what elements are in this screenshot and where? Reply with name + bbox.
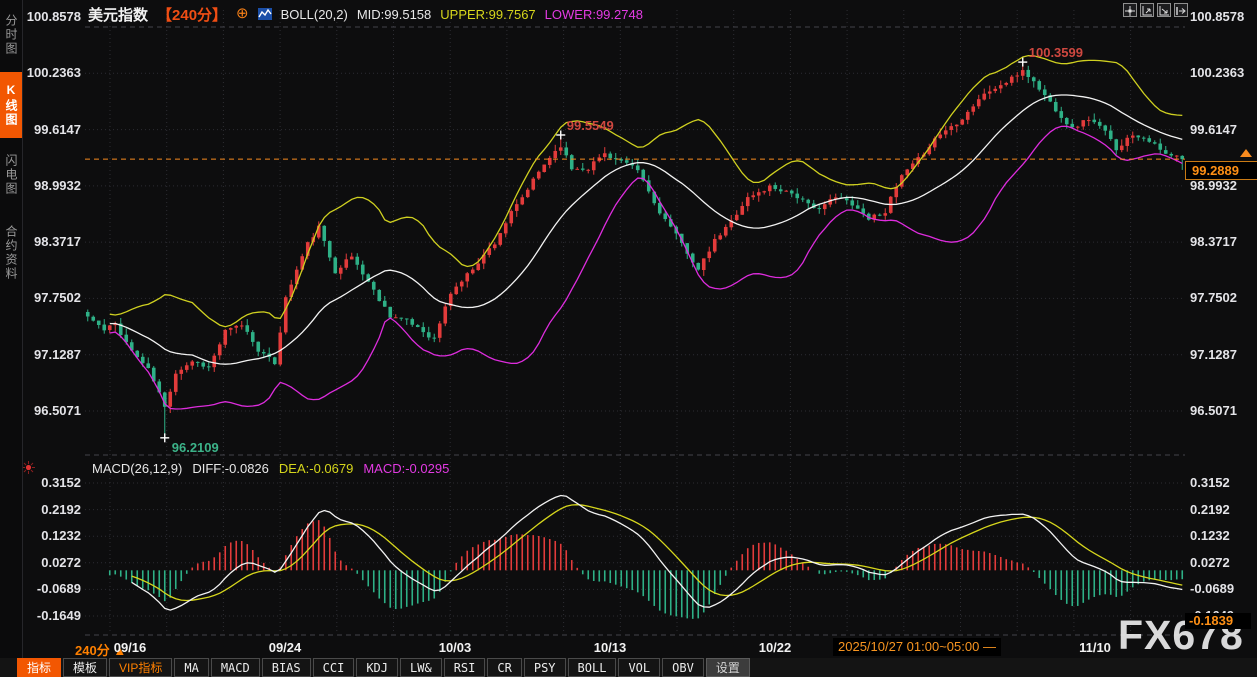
macd-y-axis-label-right: 0.0272: [1190, 554, 1230, 570]
toolbar-item-CR[interactable]: CR: [487, 658, 522, 677]
add-indicator-icon[interactable]: ⊕: [236, 6, 249, 21]
toolbar-item-模板[interactable]: 模板: [63, 658, 108, 677]
latest-price-marker-icon[interactable]: [1240, 149, 1252, 158]
crosshair-icon[interactable]: [1123, 3, 1137, 17]
kline-macd-plot[interactable]: [0, 0, 1257, 677]
macd-y-axis-label-right: 0.2192: [1190, 501, 1230, 517]
macd-diff-value: DIFF:-0.0826: [192, 461, 269, 476]
macd-header: MACD(26,12,9) DIFF:-0.0826 DEA:-0.0679 M…: [92, 461, 449, 476]
toolbar-item-BOLL[interactable]: BOLL: [567, 658, 617, 677]
toolbar-item-PSY[interactable]: PSY: [523, 658, 566, 677]
x-axis-date-label: 10/22: [758, 640, 792, 655]
main-y-axis-label-right: 100.2363: [1190, 65, 1245, 81]
toolbar-item-设置[interactable]: 设置: [705, 658, 750, 677]
mini-chart-icon: [257, 8, 272, 20]
toolbar-item-CCI[interactable]: CCI: [312, 658, 355, 677]
macd-y-axis-label-right: 0.1232: [1190, 528, 1230, 544]
x-axis-date-label: 09/16: [113, 640, 147, 655]
macd-current-value-box: -0.1839: [1185, 613, 1251, 630]
toolbar-item-VOL[interactable]: VOL: [618, 658, 661, 677]
macd-y-axis-label-right: -0.0689: [1190, 581, 1235, 597]
indicator-toolbar: 指标 模板 VIP指标 MA MACD BIAS CCI KDJ LW& RSI CR PSY BOLL…: [0, 658, 1257, 677]
main-y-axis-label-right: 97.1287: [1190, 346, 1237, 362]
toolbar-item-MA[interactable]: MA: [174, 658, 209, 677]
macd-dea-value: DEA:-0.0679: [278, 461, 354, 476]
main-y-axis-label-right: 97.7502: [1190, 290, 1237, 306]
main-y-axis-label-right: 98.9932: [1190, 177, 1237, 193]
crosshair-date-readout: 2025/10/27 01:00~05:00 —: [833, 638, 1001, 656]
macd-indicator-label: MACD(26,12,9): [92, 461, 183, 476]
macd-macd-value: MACD:-0.0295: [363, 461, 450, 476]
toolbar-item-KDJ[interactable]: KDJ: [356, 658, 399, 677]
toolbar-item-OBV[interactable]: OBV: [662, 658, 704, 677]
zoom-horizontal-icon[interactable]: [1157, 3, 1171, 17]
main-y-axis-label-right: 100.8578: [1190, 9, 1245, 24]
sidebar-tab-lightning-chart[interactable]: 闪电图: [0, 144, 22, 206]
x-axis-date-row: 240分 ▲ 2025/10/27 01:00~05:00 — 09/16 09/…: [0, 638, 1257, 658]
chart-header: 美元指数 【240分】 ⊕ BOLL(20,2) MID:99.5158 UPP…: [88, 4, 643, 24]
period-tag: 【240分】: [157, 6, 228, 24]
main-y-axis-label-right: 98.3717: [1190, 234, 1237, 250]
boll-mid-value: MID:99.5158: [356, 6, 432, 22]
sidebar-tab-contract-info[interactable]: 合约资料: [0, 212, 22, 294]
main-y-axis-label-right: 96.5071: [1190, 403, 1237, 418]
macd-y-axis-label-right: 0.3152: [1190, 475, 1230, 490]
main-y-axis-label-right: 99.6147: [1190, 121, 1237, 137]
boll-lower-value: LOWER:99.2748: [544, 6, 643, 22]
toolbar-item-BIAS[interactable]: BIAS: [261, 658, 311, 677]
chart-type-sidebar: 分时图 K线图 闪电图 合约资料: [0, 0, 23, 677]
toolbar-item-MACD[interactable]: MACD: [210, 658, 260, 677]
x-axis-date-label: 10/03: [438, 640, 472, 655]
chart-application-window: 分时图 K线图 闪电图 合约资料 美元指数 【240分】 ⊕ BOLL(20,2…: [0, 0, 1257, 677]
sidebar-tab-time-chart[interactable]: 分时图: [0, 4, 22, 66]
top-high-annotation: 100.3599: [1028, 45, 1083, 61]
toolbar-item-指标[interactable]: 指标: [17, 658, 62, 677]
toolbar-item-LW&[interactable]: LW&: [400, 658, 442, 677]
swing-high-annotation: 99.5549: [566, 117, 614, 133]
chart-tool-buttons: [1123, 3, 1188, 17]
last-price-box: 99.2889: [1185, 161, 1257, 181]
x-axis-date-label: 09/24: [268, 640, 302, 655]
symbol-name: 美元指数: [88, 6, 149, 24]
toolbar-item-VIP指标[interactable]: VIP指标: [109, 658, 173, 677]
boll-indicator-label: BOLL(20,2): [280, 6, 348, 22]
pan-latest-icon[interactable]: [1174, 3, 1188, 17]
zoom-vertical-icon[interactable]: [1140, 3, 1154, 17]
sidebar-tab-kline-chart[interactable]: K线图: [0, 72, 22, 138]
swing-low-annotation: 96.2109: [171, 439, 219, 455]
x-axis-date-label: 10/13: [593, 640, 627, 655]
x-axis-date-label: 11/10: [1079, 640, 1111, 655]
boll-upper-value: UPPER:99.7567: [440, 6, 536, 22]
toolbar-item-RSI[interactable]: RSI: [443, 658, 486, 677]
